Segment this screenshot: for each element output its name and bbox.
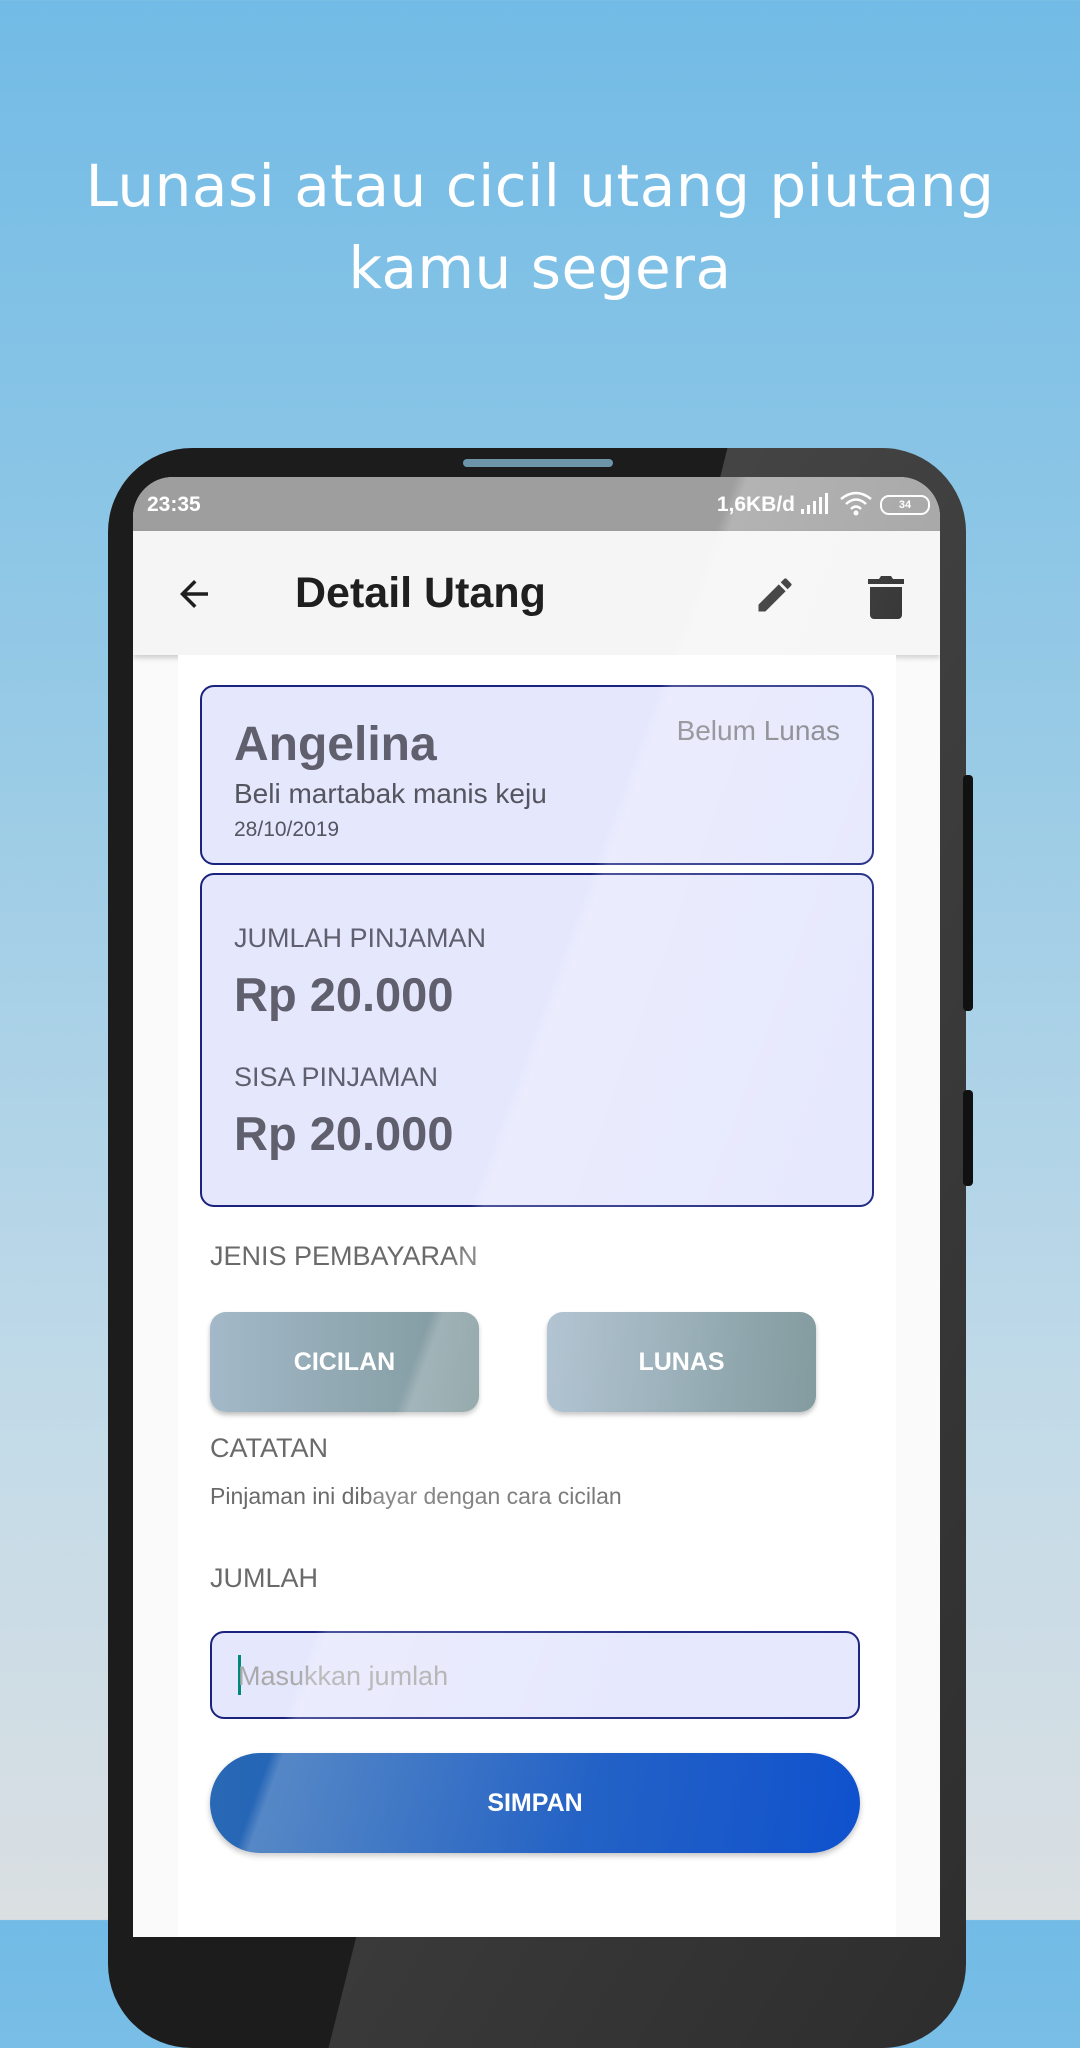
app-bar: Detail Utang	[133, 531, 940, 655]
remaining-amount-value: Rp 20.000	[234, 1107, 454, 1160]
battery-icon: 34	[880, 495, 930, 515]
phone-power-button	[963, 1090, 973, 1186]
amount-label: JUMLAH	[210, 1563, 319, 1593]
status-time: 23:35	[147, 493, 201, 516]
trash-delete-icon[interactable]	[868, 575, 904, 619]
promo-headline-line1: Lunasi atau cicil utang piutang	[85, 152, 995, 220]
payment-type-label: JENIS PEMBAYARAN	[210, 1241, 478, 1271]
installment-button[interactable]: CICILAN	[210, 1312, 479, 1412]
phone-screen: 23:35 1,6KB/d 34 Detail Utang Angelina B…	[133, 477, 940, 1937]
phone-volume-button	[963, 775, 973, 1011]
amount-input[interactable]	[236, 1633, 840, 1719]
debt-info-card: Angelina Belum Lunas Beli martabak manis…	[200, 685, 874, 865]
promo-headline: Lunasi atau cicil utang piutang kamu seg…	[0, 145, 1080, 309]
promo-headline-line2: kamu segera	[348, 234, 732, 302]
note-text: Pinjaman ini dibayar dengan cara cicilan	[210, 1483, 622, 1509]
save-button[interactable]: SIMPAN	[210, 1753, 860, 1853]
phone-speaker	[463, 459, 613, 467]
status-network-speed: 1,6KB/d	[716, 493, 795, 516]
status-bar: 23:35 1,6KB/d 34	[133, 477, 940, 531]
debtor-name: Angelina	[234, 718, 437, 771]
detail-content: Angelina Belum Lunas Beli martabak manis…	[178, 655, 896, 1937]
amount-input-box	[210, 1631, 860, 1719]
page-title: Detail Utang	[295, 569, 546, 617]
status-badge: Belum Lunas	[676, 715, 840, 746]
loan-amount-value: Rp 20.000	[234, 968, 454, 1021]
debt-description: Beli martabak manis keju	[234, 778, 547, 809]
remaining-amount-label: SISA PINJAMAN	[234, 1062, 439, 1092]
note-label: CATATAN	[210, 1433, 328, 1463]
loan-amount-label: JUMLAH PINJAMAN	[234, 923, 487, 953]
amount-card: JUMLAH PINJAMAN Rp 20.000 SISA PINJAMAN …	[200, 873, 874, 1207]
pencil-edit-icon[interactable]	[753, 573, 797, 617]
full-payment-button[interactable]: LUNAS	[547, 1312, 816, 1412]
debt-date: 28/10/2019	[234, 818, 340, 841]
back-arrow-icon[interactable]	[173, 573, 215, 615]
wifi-icon	[840, 491, 872, 516]
signal-icon	[801, 493, 828, 514]
